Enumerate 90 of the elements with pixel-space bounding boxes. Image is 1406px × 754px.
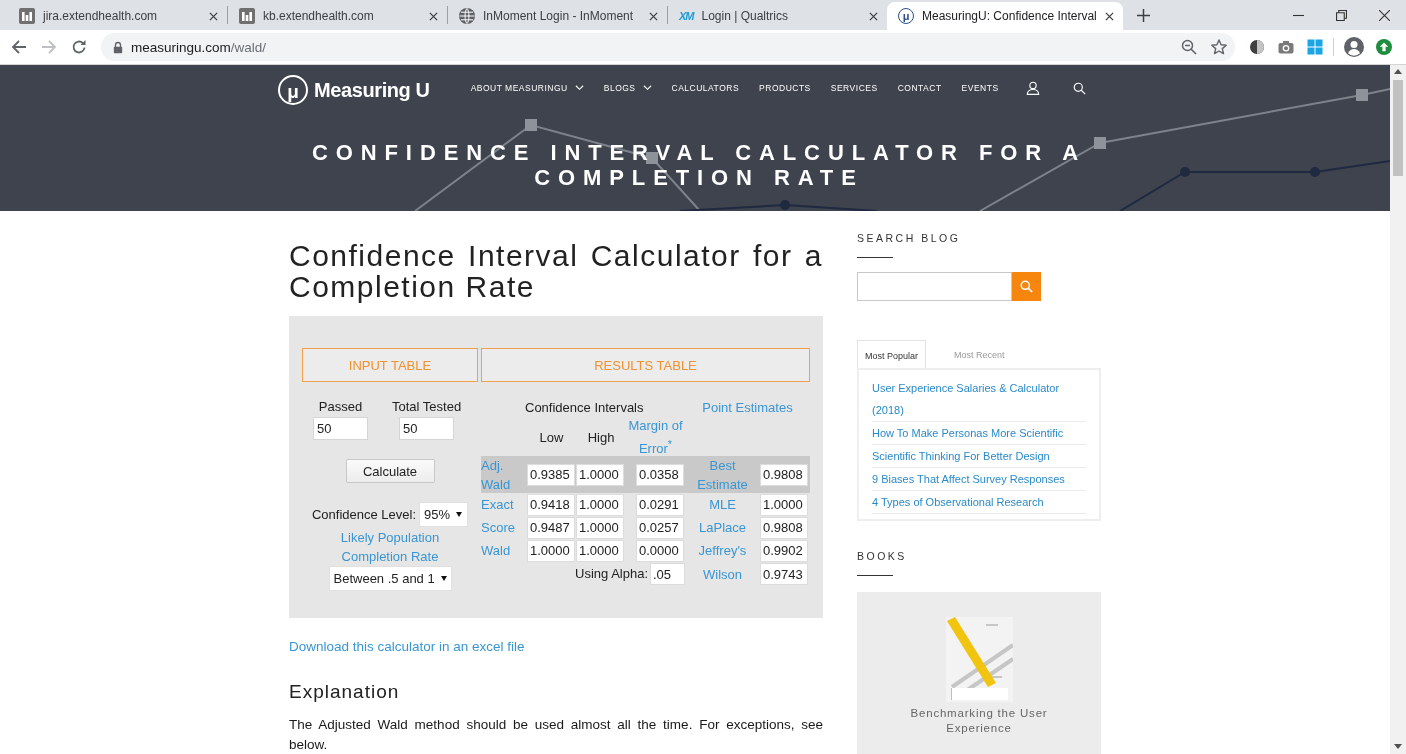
globe-icon: [459, 8, 475, 24]
search-icon[interactable]: [1072, 81, 1086, 95]
page-title: Confidence Interval Calculator for a Completion Rate: [289, 240, 823, 302]
post-link[interactable]: How To Make Personas More Scientific: [872, 422, 1086, 445]
browser-tab[interactable]: InMoment Login - InMoment: [448, 2, 667, 30]
column-heading: High: [587, 429, 615, 445]
result-field[interactable]: 0.9385: [527, 463, 575, 486]
result-field[interactable]: 1.0000: [576, 463, 624, 486]
field-label: Passed: [318, 399, 363, 415]
nav-link[interactable]: ABOUT MEASURINGU: [470, 83, 584, 93]
result-field[interactable]: 0.9418: [527, 493, 575, 516]
nav-link[interactable]: BLOGS: [603, 83, 652, 93]
user-icon[interactable]: [1025, 81, 1040, 95]
result-field[interactable]: 0.0257: [636, 516, 684, 539]
result-field[interactable]: 1.0000: [576, 516, 624, 539]
address-bar[interactable]: measuringu.com/wald/: [101, 33, 1235, 61]
bar-chart-icon: [19, 8, 35, 24]
close-icon[interactable]: [649, 11, 658, 21]
browser-tab[interactable]: XM Login | Qualtrics: [668, 2, 887, 30]
star-icon[interactable]: [1211, 39, 1227, 55]
nav-link[interactable]: CALCULATORS: [671, 83, 740, 93]
nav-link[interactable]: CONTACT: [897, 83, 942, 93]
browser-tab[interactable]: μ MeasuringU: Confidence Interval: [887, 2, 1123, 30]
search-field[interactable]: [857, 272, 1012, 301]
result-field[interactable]: 0.9743: [760, 563, 808, 585]
close-icon[interactable]: [869, 11, 878, 21]
post-link[interactable]: User Experience Salaries & Calculator (2018): [872, 377, 1086, 422]
account-icon[interactable]: [1344, 37, 1364, 57]
tab-logo-text: XM: [679, 10, 694, 22]
result-field[interactable]: 0.0358: [636, 463, 684, 486]
restore-icon[interactable]: [1336, 9, 1347, 21]
result-field[interactable]: 0.9808: [760, 516, 808, 539]
zoom-out-icon[interactable]: [1181, 39, 1197, 55]
logo-text[interactable]: Measuring U: [314, 78, 430, 102]
back-arrow-icon[interactable]: [11, 39, 27, 55]
search-icon: [1020, 280, 1033, 293]
reload-icon[interactable]: [71, 39, 87, 55]
book-title[interactable]: Benchmarking the User Experience: [904, 706, 1054, 736]
close-icon[interactable]: [429, 11, 438, 21]
population-rate-select[interactable]: Between .5 and 1: [328, 566, 452, 591]
result-field[interactable]: 0.9808: [760, 463, 808, 486]
close-icon[interactable]: [209, 11, 218, 21]
field-label: Using Alpha:: [575, 566, 648, 582]
post-link[interactable]: Scientific Thinking For Better Design: [872, 445, 1086, 468]
total-tested-input[interactable]: 50: [399, 417, 455, 440]
result-field[interactable]: 1.0000: [576, 493, 624, 516]
alpha-input[interactable]: .05: [650, 563, 685, 585]
bar-chart-icon: [239, 8, 255, 24]
confidence-level-select[interactable]: 95%: [419, 502, 469, 527]
section-heading: BOOKS: [857, 549, 907, 563]
section-heading: SEARCH BLOG: [857, 231, 961, 245]
logo-mark[interactable]: μ: [278, 75, 308, 105]
camera-icon[interactable]: [1278, 39, 1294, 55]
post-link[interactable]: 4 Types of Observational Research: [872, 491, 1086, 514]
result-field[interactable]: 0.0000: [636, 539, 684, 562]
column-heading: Confidence Intervals: [525, 399, 644, 415]
section-heading: Explanation: [289, 680, 401, 704]
result-field[interactable]: 0.9487: [527, 516, 575, 539]
field-label: Total Tested: [392, 399, 462, 415]
caret-icon: [440, 576, 447, 581]
plus-icon[interactable]: [1136, 8, 1150, 22]
calculate-button[interactable]: Calculate: [345, 459, 435, 483]
post-link[interactable]: 9 Biases That Affect Survey Responses: [872, 468, 1086, 491]
input-table-heading: INPUT TABLE: [302, 348, 478, 382]
close-icon[interactable]: [1379, 9, 1390, 21]
sidebar-tab[interactable]: Most Popular: [857, 340, 927, 368]
caret-icon: [456, 512, 463, 517]
results-table-heading: RESULTS TABLE: [481, 348, 810, 382]
field-label: Confidence Level:: [311, 506, 416, 523]
half-circle-icon[interactable]: [1249, 39, 1265, 55]
nav-link[interactable]: EVENTS: [961, 83, 999, 93]
nav-link[interactable]: PRODUCTS: [759, 83, 811, 93]
passed-input[interactable]: 50: [313, 417, 368, 440]
browser-tab[interactable]: jira.extendhealth.com: [8, 2, 227, 30]
browser-tab[interactable]: kb.extendhealth.com: [228, 2, 447, 30]
lock-icon: [113, 40, 123, 54]
scrollbar-thumb[interactable]: [1393, 80, 1403, 176]
result-field[interactable]: 1.0000: [576, 539, 624, 562]
column-heading: Low: [539, 429, 564, 445]
scroll-up-icon[interactable]: [1394, 69, 1402, 74]
result-field[interactable]: 0.9902: [760, 539, 808, 562]
result-field[interactable]: 1.0000: [527, 539, 575, 562]
nav-link[interactable]: SERVICES: [830, 83, 878, 93]
up-arrow-circle-icon[interactable]: [1376, 39, 1392, 55]
close-icon[interactable]: [1104, 11, 1114, 21]
banner-title: CONFIDENCE INTERVAL CALCULATOR FOR A COMPLETION RATE: [310, 140, 1088, 190]
result-field[interactable]: 0.0291: [636, 493, 684, 516]
body-text: The Adjusted Wald method should be used almost all the time. For exceptions, see below.: [289, 716, 823, 754]
scroll-down-icon[interactable]: [1394, 744, 1402, 749]
result-field[interactable]: 1.0000: [760, 493, 808, 516]
